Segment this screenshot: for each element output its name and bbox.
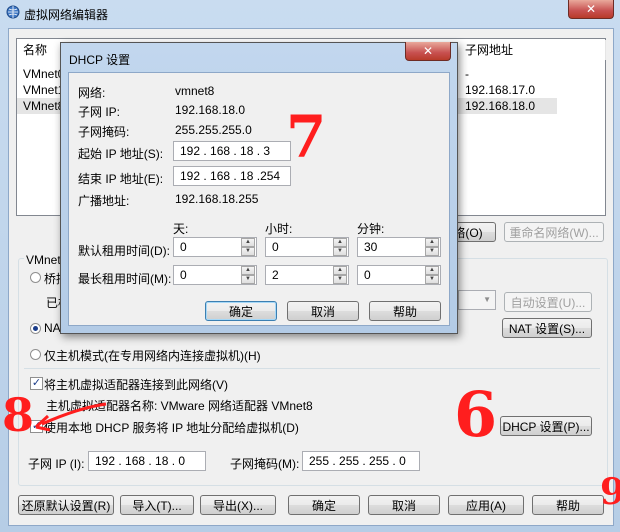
spin-down-icon[interactable]: ▼ — [241, 247, 255, 256]
row-subnet: - — [465, 67, 469, 81]
spin-down-icon[interactable]: ▼ — [241, 275, 255, 284]
days-column-label: 天: — [173, 222, 189, 236]
spin-up-icon[interactable]: ▲ — [333, 238, 347, 247]
default-lease-days-stepper[interactable]: 0 ▲ ▼ — [173, 237, 257, 257]
dhcp-settings-dialog: DHCP 设置 ✕ 网络: vmnet8 子网 IP: 192.168.18.0… — [60, 42, 458, 334]
spin-up-icon[interactable]: ▲ — [425, 238, 439, 247]
minutes-column-label: 分钟: — [357, 222, 385, 236]
auto-settings-button[interactable]: 自动设置(U)... — [504, 292, 592, 312]
default-lease-hours-stepper[interactable]: 0 ▲ ▼ — [265, 237, 349, 257]
ok-button[interactable]: 确定 — [288, 495, 360, 515]
row-name: VMnet8 — [23, 99, 65, 113]
dialog-close-button[interactable]: ✕ — [405, 42, 451, 61]
annotation-seven: 7 — [286, 103, 327, 171]
end-ip-input[interactable]: 192 . 168 . 18 .254 — [173, 166, 291, 186]
spin-down-icon[interactable]: ▼ — [333, 275, 347, 284]
subnet-mask-label: 子网掩码(M): — [230, 457, 300, 471]
nat-settings-button[interactable]: NAT 设置(S)... — [502, 318, 592, 338]
default-lease-minutes-stepper[interactable]: 30 ▲ ▼ — [357, 237, 441, 257]
broadcast-value: 192.168.18.255 — [175, 192, 259, 206]
broadcast-label: 广播地址: — [78, 194, 130, 208]
bridge-radio[interactable] — [30, 272, 41, 283]
stepper-value: 30 — [364, 240, 378, 254]
chevron-down-icon: ▼ — [483, 295, 491, 304]
export-button[interactable]: 导出(X)... — [200, 495, 276, 515]
spin-up-icon[interactable]: ▲ — [425, 266, 439, 275]
subnet-ip-value: 192.168.18.0 — [175, 103, 246, 117]
host-only-radio[interactable] — [30, 349, 41, 360]
annotation-six: 6 — [454, 378, 498, 451]
title-bar: 虚拟网络编辑器 ✕ — [0, 0, 620, 26]
mask-value: 255.255.255.0 — [175, 123, 252, 137]
max-lease-days-stepper[interactable]: 0 ▲ ▼ — [173, 265, 257, 285]
cancel-button[interactable]: 取消 — [368, 495, 440, 515]
help-button[interactable]: 帮助 — [532, 495, 604, 515]
dialog-help-button[interactable]: 帮助 — [369, 301, 441, 321]
apply-button[interactable]: 应用(A) — [448, 495, 524, 515]
network-icon — [6, 5, 20, 19]
dialog-title: DHCP 设置 — [69, 53, 131, 67]
network-label: 网络: — [78, 86, 106, 100]
spin-down-icon[interactable]: ▼ — [333, 247, 347, 256]
stepper-value: 0 — [272, 240, 279, 254]
dhcp-settings-button[interactable]: DHCP 设置(P)... — [500, 416, 592, 436]
row-name: VMnet1 — [23, 83, 65, 97]
spin-up-icon[interactable]: ▲ — [333, 266, 347, 275]
default-lease-label: 默认租用时间(D): — [78, 244, 170, 258]
divider — [24, 368, 600, 369]
nat-radio[interactable] — [30, 323, 41, 334]
rename-network-button[interactable]: 重命名网络(W)... — [504, 222, 604, 242]
max-lease-minutes-stepper[interactable]: 0 ▲ ▼ — [357, 265, 441, 285]
max-lease-hours-stepper[interactable]: 2 ▲ ▼ — [265, 265, 349, 285]
start-ip-input[interactable]: 192 . 168 . 18 . 3 — [173, 141, 291, 161]
annotation-arrow-icon — [34, 402, 107, 432]
subnet-ip-label: 子网 IP: — [78, 105, 121, 119]
start-ip-label: 起始 IP 地址(S): — [78, 147, 164, 161]
restore-defaults-button[interactable]: 还原默认设置(R) — [18, 495, 114, 515]
stepper-value: 0 — [180, 240, 187, 254]
row-name: VMnet0 — [23, 67, 65, 81]
stepper-value: 0 — [180, 268, 187, 282]
stepper-value: 0 — [364, 268, 371, 282]
annotation-nine: 9 — [600, 471, 620, 513]
network-value: vmnet8 — [175, 84, 215, 98]
row-subnet: 192.168.18.0 — [465, 99, 536, 113]
bridged-to-dropdown[interactable]: ▼ — [458, 290, 496, 310]
subnet-ip-label: 子网 IP (I): — [28, 457, 85, 471]
mask-label: 子网掩码: — [78, 125, 130, 139]
spin-up-icon[interactable]: ▲ — [241, 266, 255, 275]
stepper-value: 2 — [272, 268, 279, 282]
import-button[interactable]: 导入(T)... — [120, 495, 194, 515]
end-ip-label: 结束 IP 地址(E): — [78, 172, 164, 186]
host-only-label: 仅主机模式(在专用网络内连接虚拟机)(H) — [44, 349, 261, 363]
close-button[interactable]: ✕ — [568, 0, 614, 19]
spin-up-icon[interactable]: ▲ — [241, 238, 255, 247]
dialog-cancel-button[interactable]: 取消 — [287, 301, 359, 321]
column-header-subnet[interactable]: 子网地址 — [459, 40, 606, 60]
spin-down-icon[interactable]: ▼ — [425, 247, 439, 256]
spin-down-icon[interactable]: ▼ — [425, 275, 439, 284]
hours-column-label: 小时: — [265, 222, 293, 236]
window-title: 虚拟网络编辑器 — [24, 8, 109, 22]
row-subnet: 192.168.17.0 — [465, 83, 536, 97]
connect-adapter-label: 将主机虚拟适配器连接到此网络(V) — [44, 378, 228, 392]
max-lease-label: 最长租用时间(M): — [78, 272, 172, 286]
subnet-mask-input[interactable]: 255 . 255 . 255 . 0 — [302, 451, 420, 471]
subnet-ip-input[interactable]: 192 . 168 . 18 . 0 — [88, 451, 206, 471]
dialog-client-area: 网络: vmnet8 子网 IP: 192.168.18.0 子网掩码: 255… — [68, 72, 450, 326]
dialog-ok-button[interactable]: 确定 — [205, 301, 277, 321]
